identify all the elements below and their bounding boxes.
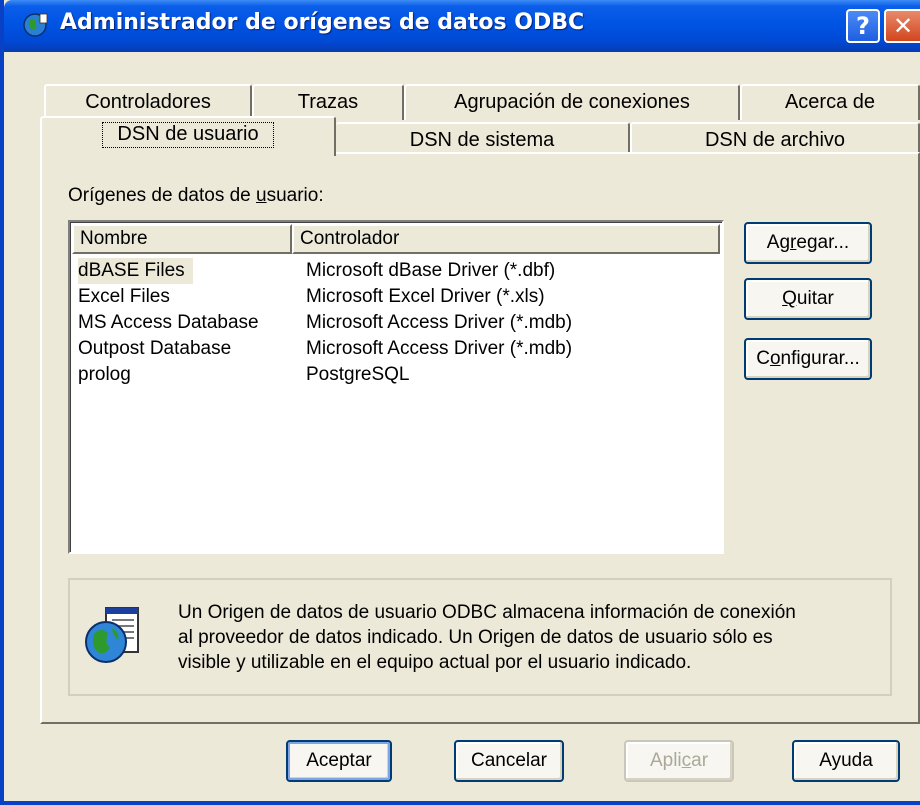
info-line: al proveedor de datos indicado. Un Orige… [178,627,773,648]
btn-text: C [756,348,770,369]
column-header-nombre[interactable]: Nombre [72,224,292,254]
row-name: MS Access Database [78,312,259,333]
list-header: Nombre Controlador [72,224,720,254]
column-header-controlador[interactable]: Controlador [292,224,720,254]
add-button[interactable]: Agregar... [744,222,872,264]
info-description: Un Origen de datos de usuario ODBC almac… [178,600,878,675]
btn-text-end: nfigurar... [780,348,860,369]
odbc-datasource-icon [85,607,139,663]
tab-label: DSN de sistema [409,129,555,151]
odbc-admin-window: Administrador de orígenes de datos ODBC … [0,0,920,805]
tab-label: DSN de usuario [102,122,274,148]
tab-dsn-usuario[interactable]: DSN de usuario [40,116,336,156]
cancel-button[interactable]: Cancelar [454,740,564,782]
tab-label: Controladores [85,91,211,113]
btn-text: Apli [649,750,682,771]
row-driver: Microsoft Access Driver (*.mdb) [306,312,573,333]
caption-text-end: suario: [266,185,324,206]
tab-label: DSN de archivo [704,129,846,151]
row-name: prolog [78,364,131,385]
apply-button[interactable]: Aplicar [624,740,734,782]
close-button[interactable]: ✕ [884,9,920,43]
list-caption: Orígenes de datos de usuario: [68,185,324,207]
info-line: visible y utilizable en el equipo actual… [178,652,692,673]
data-source-list[interactable]: Nombre Controlador dBASE Files Microsoft… [68,220,724,554]
row-name: Excel Files [78,286,170,307]
row-driver: Microsoft Excel Driver (*.xls) [306,286,545,307]
btn-text-end: uitar [796,288,834,309]
row-driver: PostgreSQL [306,364,410,385]
tab-label: Agrupación de conexiones [454,91,690,113]
list-item[interactable]: MS Access Database Microsoft Access Driv… [74,310,718,336]
row-driver: Microsoft dBase Driver (*.dbf) [306,260,556,281]
caption-text: Orígenes de datos de [68,185,257,206]
title-bar[interactable]: Administrador de orígenes de datos ODBC … [4,0,920,52]
tab-controladores[interactable]: Controladores [44,84,252,120]
row-name: Outpost Database [78,338,232,359]
row-name: dBASE Files [78,258,193,284]
list-item[interactable]: Excel Files Microsoft Excel Driver (*.xl… [74,284,718,310]
info-line: Un Origen de datos de usuario ODBC almac… [178,602,796,623]
window-title: Administrador de orígenes de datos ODBC [60,10,585,35]
configure-button[interactable]: Configurar... [744,338,872,380]
window-frame-bottom [4,801,920,805]
btn-text: Ag [766,232,791,253]
btn-text-end: egar... [796,232,850,253]
list-item[interactable]: Outpost Database Microsoft Access Driver… [74,336,718,362]
row-driver: Microsoft Access Driver (*.mdb) [306,338,573,359]
tab-acerca-de[interactable]: Acerca de [740,84,920,120]
ok-button[interactable]: Aceptar [286,740,392,782]
tab-agrupacion[interactable]: Agrupación de conexiones [404,84,740,120]
help-button[interactable]: Ayuda [792,740,900,782]
tab-label: Acerca de [784,91,876,113]
btn-mnemonic: Q [782,288,797,309]
tab-trazas[interactable]: Trazas [252,84,404,120]
remove-button[interactable]: Quitar [744,278,872,320]
list-item[interactable]: prolog PostgreSQL [74,362,718,388]
tab-label: Trazas [297,91,359,113]
btn-mnemonic: c [681,750,692,771]
odbc-globe-icon [23,13,48,37]
help-title-button[interactable]: ? [846,9,880,43]
caption-mnemonic: u [256,185,267,206]
btn-text-end: ar [691,750,709,771]
btn-mnemonic: o [769,348,781,369]
list-item[interactable]: dBASE Files Microsoft dBase Driver (*.db… [74,258,718,284]
